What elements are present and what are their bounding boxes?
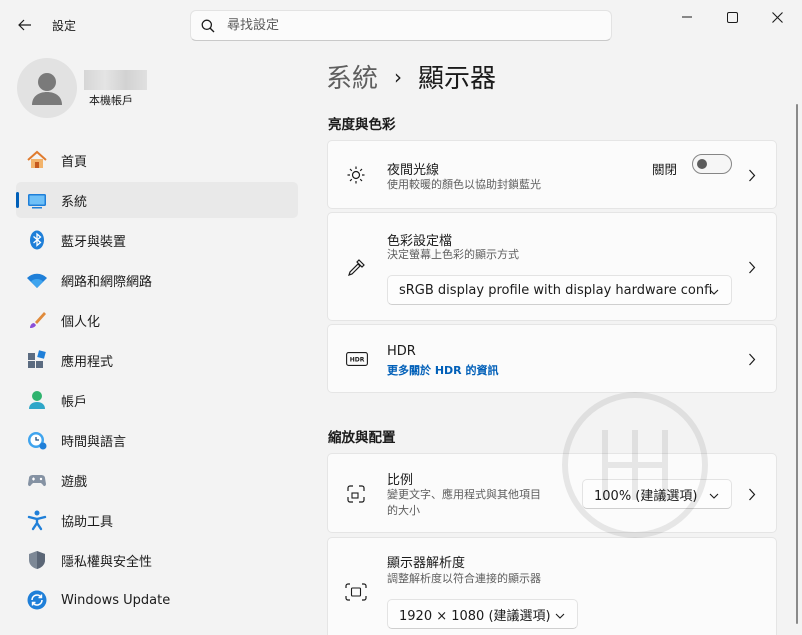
hdr-learn-more-link[interactable]: 更多關於 HDR 的資訊	[387, 362, 498, 378]
color-profile-select[interactable]: sRGB display profile with display hardwa…	[387, 275, 732, 305]
scrollbar[interactable]	[796, 104, 798, 624]
bluetooth-icon	[26, 229, 48, 251]
section-title-scale-layout: 縮放與配置	[328, 430, 396, 446]
resolution-title: 顯示器解析度	[387, 556, 466, 571]
sidebar-item-home[interactable]: 首頁	[16, 142, 298, 178]
sidebar-item-label: 系統	[61, 194, 88, 210]
resolution-card[interactable]: 顯示器解析度 調整解析度以符合連接的顯示器 1920 × 1080 (建議選項)	[327, 537, 777, 635]
wifi-icon	[26, 269, 48, 291]
sidebar-item-system[interactable]: 系統	[16, 182, 298, 218]
shield-icon	[26, 549, 48, 571]
apps-icon	[26, 349, 48, 371]
maximize-icon	[726, 11, 738, 23]
night-light-toggle[interactable]	[692, 154, 732, 174]
sidebar-item-label: 協助工具	[61, 514, 114, 530]
sidebar-item-label: 個人化	[61, 314, 101, 330]
sidebar-item-personalization[interactable]: 個人化	[16, 302, 298, 338]
gamepad-icon	[26, 469, 48, 491]
resolution-select[interactable]: 1920 × 1080 (建議選項)	[387, 599, 578, 629]
back-arrow-icon	[18, 19, 31, 31]
sidebar-item-bluetooth[interactable]: 藍牙與裝置	[16, 222, 298, 258]
sidebar-item-label: 隱私權與安全性	[61, 554, 153, 570]
scale-resize-icon	[345, 483, 367, 505]
sidebar-item-label: 網路和網際網路	[61, 274, 153, 290]
section-title-brightness: 亮度與色彩	[328, 117, 396, 133]
night-light-desc: 使用較暖的顏色以協助封鎖藍光	[387, 178, 541, 191]
clock-globe-icon	[26, 429, 48, 451]
system-display-icon	[26, 189, 48, 211]
accessibility-icon	[26, 509, 48, 531]
night-light-card[interactable]: 夜間光線 使用較暖的顏色以協助封鎖藍光 關閉	[327, 140, 777, 209]
breadcrumb-separator: ›	[394, 64, 403, 89]
scale-desc-line2: 的大小	[387, 504, 420, 517]
hdr-title: HDR	[387, 344, 416, 359]
sidebar-item-apps[interactable]: 應用程式	[16, 342, 298, 378]
watermark-seal-icon	[562, 392, 708, 538]
eyedropper-icon	[345, 257, 367, 279]
night-light-title: 夜間光線	[387, 163, 440, 178]
back-button[interactable]	[10, 10, 40, 40]
account-type: 本機帳戶	[89, 94, 133, 107]
search-icon	[201, 19, 215, 32]
app-title: 設定	[52, 19, 77, 33]
close-icon	[771, 11, 783, 23]
scale-title: 比例	[387, 473, 414, 488]
sidebar-item-label: 應用程式	[61, 354, 114, 370]
account-icon	[26, 389, 48, 411]
breadcrumb-parent[interactable]: 系統	[326, 58, 378, 95]
user-avatar-icon	[32, 73, 62, 105]
chevron-right-icon	[746, 487, 758, 501]
svg-text:HDR: HDR	[350, 357, 365, 364]
sidebar-item-label: 時間與語言	[61, 434, 127, 450]
sidebar-item-label: 帳戶	[61, 394, 88, 410]
sidebar-item-privacy[interactable]: 隱私權與安全性	[16, 542, 298, 578]
chevron-right-icon	[746, 168, 758, 182]
search-input[interactable]	[227, 18, 587, 33]
account-name-redacted	[84, 70, 147, 90]
page-title: 顯示器	[418, 64, 497, 94]
sidebar-item-windows-update[interactable]: Windows Update	[16, 582, 298, 618]
brightness-sun-icon	[345, 164, 367, 186]
maximize-button[interactable]	[709, 3, 755, 31]
minimize-icon	[682, 16, 692, 18]
sidebar-item-label: Windows Update	[61, 592, 171, 608]
color-profile-card[interactable]: 色彩設定檔 決定螢幕上色彩的顯示方式 sRGB display profile …	[327, 212, 777, 321]
chevron-down-icon	[555, 609, 565, 624]
chevron-down-icon	[709, 489, 719, 504]
minimize-button[interactable]	[664, 3, 710, 31]
color-profile-selected: sRGB display profile with display hardwa…	[399, 282, 713, 298]
brush-icon	[26, 309, 48, 331]
color-profile-desc: 決定螢幕上色彩的顯示方式	[387, 248, 519, 261]
home-icon	[26, 149, 48, 171]
search-box[interactable]	[190, 10, 612, 41]
chevron-right-icon	[746, 352, 758, 366]
scale-desc-line1: 變更文字、應用程式與其他項目	[387, 488, 541, 501]
sidebar-item-accessibility[interactable]: 協助工具	[16, 502, 298, 538]
sidebar-item-network[interactable]: 網路和網際網路	[16, 262, 298, 298]
sidebar-item-label: 藍牙與裝置	[61, 234, 127, 250]
hdr-card[interactable]: HDR HDR 更多關於 HDR 的資訊	[327, 324, 777, 393]
resolution-icon	[345, 581, 367, 603]
sidebar-item-label: 首頁	[61, 154, 88, 170]
windows-update-icon	[26, 589, 48, 611]
avatar[interactable]	[17, 58, 77, 118]
night-light-toggle-label: 關閉	[652, 162, 678, 177]
resolution-desc: 調整解析度以符合連接的顯示器	[387, 572, 541, 585]
chevron-right-icon	[746, 260, 758, 274]
chevron-down-icon	[709, 285, 719, 300]
toggle-knob	[697, 159, 707, 169]
sidebar-item-gaming[interactable]: 遊戲	[16, 462, 298, 498]
sidebar-item-accounts[interactable]: 帳戶	[16, 382, 298, 418]
breadcrumb: 系統 › 顯示器	[326, 58, 496, 95]
sidebar-item-time-language[interactable]: 時間與語言	[16, 422, 298, 458]
sidebar-item-label: 遊戲	[61, 474, 88, 490]
resolution-selected: 1920 × 1080 (建議選項)	[399, 608, 551, 624]
close-button[interactable]	[754, 3, 800, 31]
sidebar-nav: 首頁 系統 藍牙與裝置 網路和網際網路 個人化 應用程式 帳戶 時間與語言 遊戲…	[16, 142, 298, 622]
hdr-icon: HDR	[345, 348, 369, 370]
